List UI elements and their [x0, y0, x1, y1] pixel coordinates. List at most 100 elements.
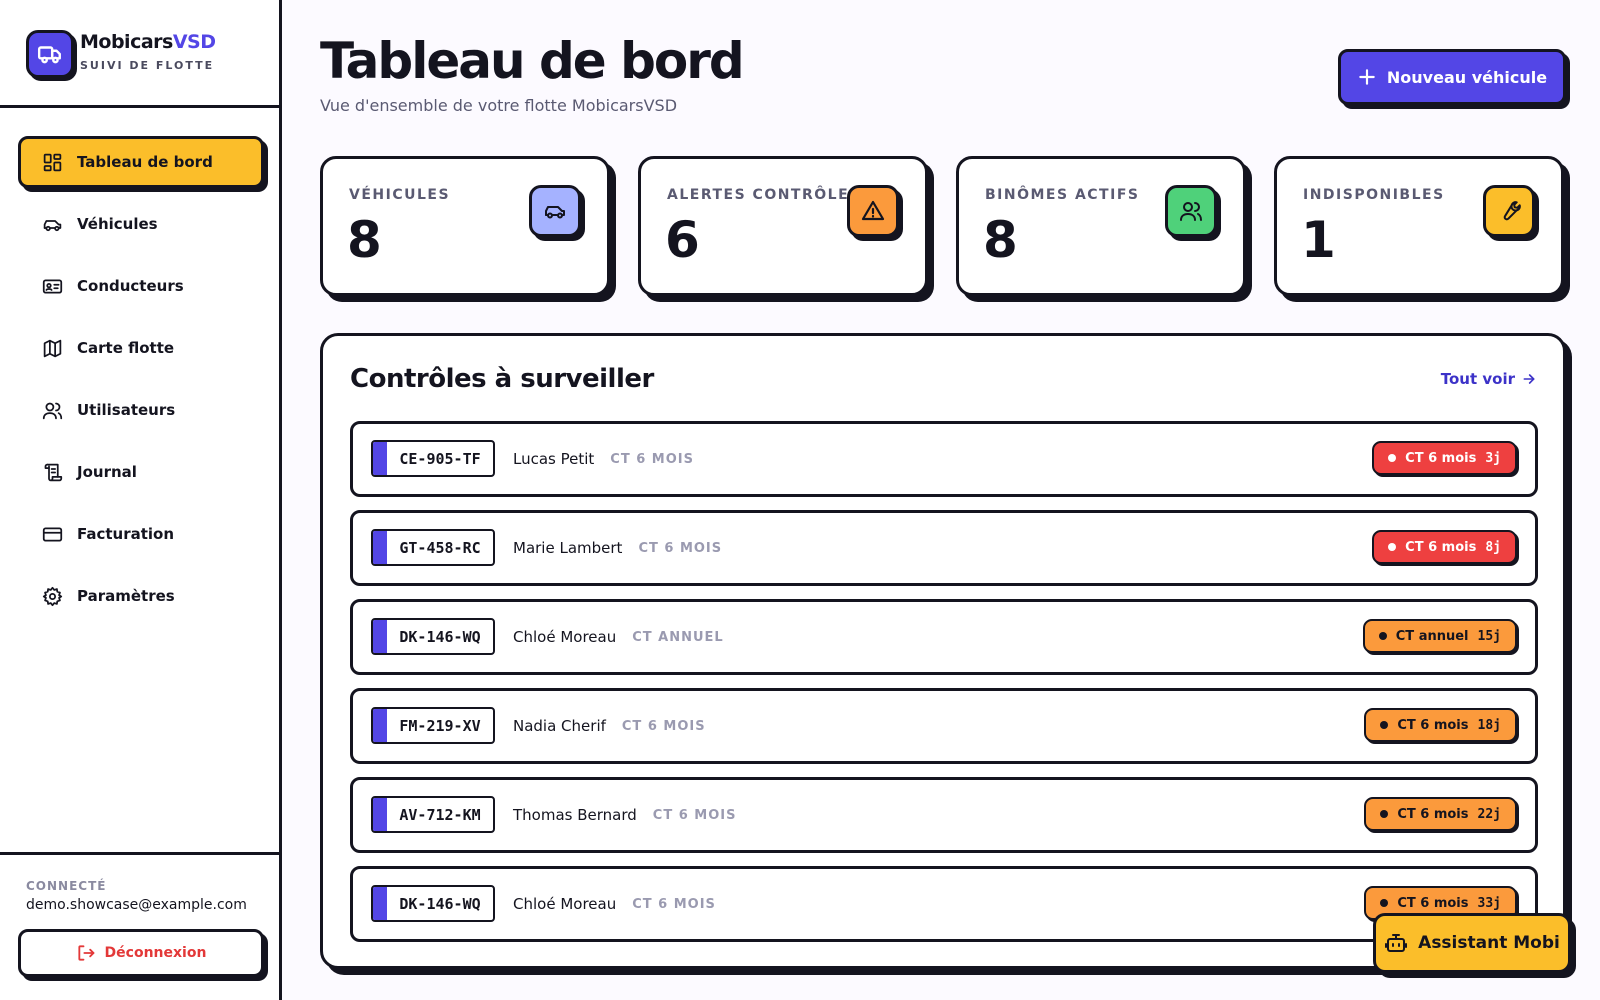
id-card-icon — [41, 275, 63, 297]
robot-icon — [1385, 934, 1408, 952]
control-type: CT 6 MOIS — [652, 807, 737, 823]
stat-label: INDISPONIBLES — [1303, 187, 1445, 203]
nav-label: Carte flotte — [77, 339, 175, 357]
driver-info: Nadia Cherif CT 6 MOIS — [513, 691, 706, 761]
driver-name: Chloé Moreau — [513, 628, 617, 646]
truck-icon[interactable] — [26, 30, 74, 78]
logout-button[interactable]: Déconnexion — [18, 929, 264, 977]
controls-panel: Contrôles à surveiller Tout voir CE-905-… — [320, 333, 1566, 969]
driver-name: Thomas Bernard — [513, 806, 637, 824]
stat-label: ALERTES CONTRÔLE — [667, 187, 850, 203]
arrow-right-icon — [1523, 374, 1535, 384]
stat-label: VÉHICULES — [349, 187, 451, 203]
license-plate: DK-146-WQ — [371, 885, 495, 922]
new-vehicle-label: Nouveau véhicule — [1386, 67, 1548, 87]
sidebar: MobicarsVSD SUIVI DE FLOTTE Tableau de b… — [0, 0, 282, 1000]
nav-label: Facturation — [77, 525, 175, 543]
control-type: CT 6 MOIS — [638, 540, 723, 556]
map-icon — [41, 337, 63, 359]
driver-info: Chloé Moreau CT 6 MOIS — [513, 869, 716, 939]
nav-label: Conducteurs — [77, 277, 184, 295]
driver-name: Marie Lambert — [513, 539, 623, 557]
driver-info: Thomas Bernard CT 6 MOIS — [513, 780, 736, 850]
control-row[interactable]: DK-146-WQ Chloé Moreau CT 6 MOIS CT 6 moi… — [350, 866, 1538, 942]
status-badge: CT 6 mois 22j — [1364, 797, 1517, 831]
wrench-icon — [1483, 185, 1535, 237]
see-all-label: Tout voir — [1440, 370, 1515, 388]
driver-name: Lucas Petit — [513, 450, 595, 468]
license-plate: DK-146-WQ — [371, 618, 495, 655]
nav-item-users[interactable]: Utilisateurs — [18, 384, 264, 436]
driver-info: Lucas Petit CT 6 MOIS — [513, 424, 694, 494]
nav-label: Véhicules — [77, 215, 158, 233]
page-title: Tableau de bord — [320, 32, 745, 90]
license-plate: GT-458-RC — [371, 529, 495, 566]
control-row[interactable]: GT-458-RC Marie Lambert CT 6 MOIS CT 6 mo… — [350, 510, 1538, 586]
plus-icon — [1359, 69, 1375, 85]
new-vehicle-button[interactable]: Nouveau véhicule — [1338, 49, 1566, 105]
brand-name: MobicarsVSD — [80, 31, 216, 53]
nav-item-drivers[interactable]: Conducteurs — [18, 260, 264, 312]
stat-value: 8 — [983, 211, 1018, 269]
control-type: CT ANNUEL — [632, 629, 724, 645]
driver-name: Nadia Cherif — [513, 717, 606, 735]
gear-icon — [41, 585, 63, 607]
see-all-link[interactable]: Tout voir — [1441, 370, 1537, 388]
main-nav: Tableau de bord Véhicules Conducteurs Ca… — [18, 136, 264, 632]
control-row[interactable]: FM-219-XV Nadia Cherif CT 6 MOIS CT 6 moi… — [350, 688, 1538, 764]
scroll-icon — [41, 461, 63, 483]
nav-item-dashboard[interactable]: Tableau de bord — [18, 136, 264, 188]
control-row[interactable]: AV-712-KM Thomas Bernard CT 6 MOIS CT 6 m… — [350, 777, 1538, 853]
stat-card-alerts[interactable]: ALERTES CONTRÔLE 6 — [638, 156, 928, 296]
status-badge: CT 6 mois 8j — [1372, 530, 1517, 564]
nav-item-billing[interactable]: Facturation — [18, 508, 264, 560]
status-badge: CT annuel 15j — [1362, 619, 1517, 653]
panel-title: Contrôles à surveiller — [350, 364, 654, 394]
control-row[interactable]: CE-905-TF Lucas Petit CT 6 MOIS CT 6 mois… — [350, 421, 1538, 497]
connected-label: CONNECTÉ — [26, 879, 107, 893]
control-type: CT 6 MOIS — [610, 451, 694, 467]
users-icon — [41, 399, 63, 421]
assistant-button[interactable]: Assistant Mobi — [1373, 913, 1571, 973]
user-email: demo.showcase@example.com — [26, 897, 247, 913]
license-plate: FM-219-XV — [371, 707, 495, 744]
brand-subtitle: SUIVI DE FLOTTE — [80, 59, 215, 72]
license-plate: CE-905-TF — [371, 440, 495, 477]
driver-info: Marie Lambert CT 6 MOIS — [513, 513, 722, 583]
brand: MobicarsVSD SUIVI DE FLOTTE — [0, 0, 279, 108]
driver-name: Chloé Moreau — [513, 895, 617, 913]
control-type: CT 6 MOIS — [632, 896, 716, 912]
nav-item-fleet-map[interactable]: Carte flotte — [18, 322, 264, 374]
logout-icon — [77, 945, 94, 961]
logout-label: Déconnexion — [104, 945, 207, 961]
warning-icon — [847, 185, 899, 237]
stat-card-active-pairs[interactable]: BINÔMES ACTIFS 8 — [956, 156, 1246, 296]
nav-label: Journal — [77, 463, 137, 481]
stat-value: 8 — [347, 211, 382, 269]
car-icon — [41, 213, 63, 235]
nav-label: Tableau de bord — [77, 153, 213, 171]
status-badge: CT 6 mois 3j — [1372, 441, 1517, 475]
users-icon — [1165, 185, 1217, 237]
stat-card-vehicles[interactable]: VÉHICULES 8 — [320, 156, 610, 296]
car-icon — [529, 185, 581, 237]
driver-info: Chloé Moreau CT ANNUEL — [513, 602, 724, 672]
dashboard-icon — [41, 151, 63, 173]
credit-card-icon — [41, 523, 63, 545]
nav-label: Utilisateurs — [77, 401, 176, 419]
stat-label: BINÔMES ACTIFS — [985, 187, 1140, 203]
stat-value: 1 — [1301, 211, 1336, 269]
sidebar-footer: CONNECTÉ demo.showcase@example.com Décon… — [0, 852, 279, 1000]
control-row[interactable]: DK-146-WQ Chloé Moreau CT ANNUEL CT annue… — [350, 599, 1538, 675]
assistant-label: Assistant Mobi — [1418, 933, 1560, 953]
stat-value: 6 — [665, 211, 700, 269]
status-badge: CT 6 mois 18j — [1364, 708, 1517, 742]
control-type: CT 6 MOIS — [621, 718, 706, 734]
nav-label: Paramètres — [77, 587, 175, 605]
page-subtitle: Vue d'ensemble de votre flotte MobicarsV… — [320, 96, 678, 115]
nav-item-settings[interactable]: Paramètres — [18, 570, 264, 622]
stat-card-unavailable[interactable]: INDISPONIBLES 1 — [1274, 156, 1564, 296]
nav-item-journal[interactable]: Journal — [18, 446, 264, 498]
license-plate: AV-712-KM — [371, 796, 495, 833]
nav-item-vehicles[interactable]: Véhicules — [18, 198, 264, 250]
